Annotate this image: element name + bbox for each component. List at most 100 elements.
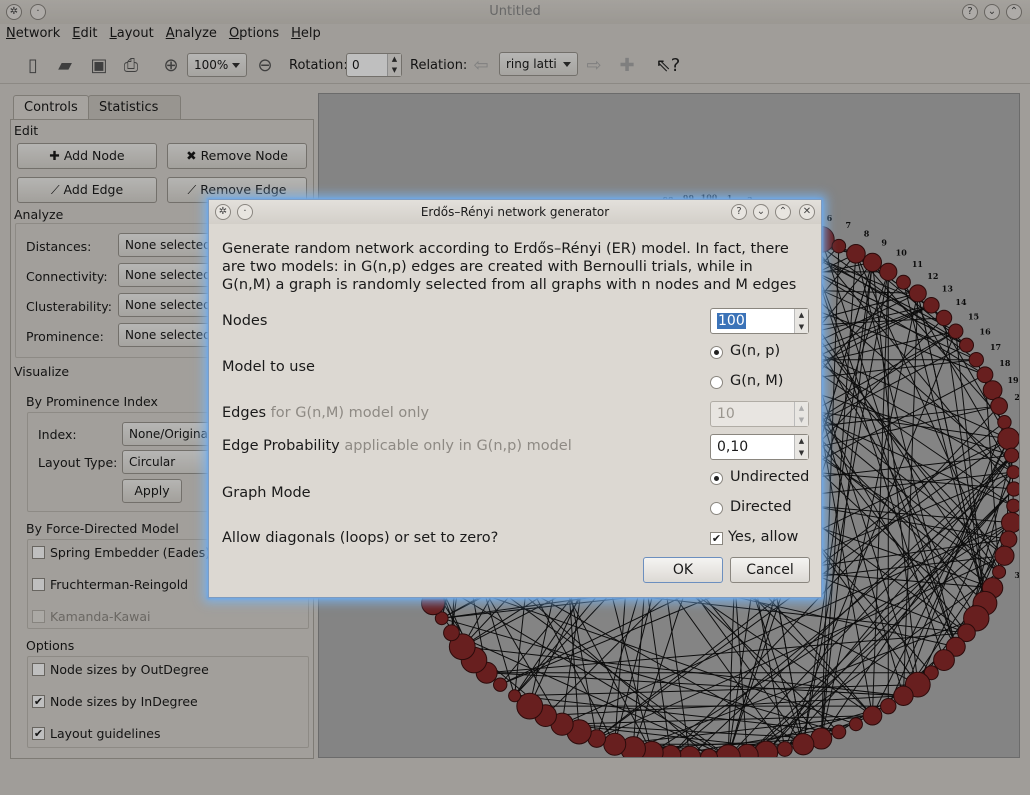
relation-select[interactable]: ring latti <box>499 52 578 76</box>
graph-node[interactable] <box>508 689 522 703</box>
graph-node[interactable] <box>948 323 964 339</box>
node-label: 10 <box>896 248 908 258</box>
graph-node[interactable] <box>862 252 883 272</box>
dialog-help-icon[interactable]: ? <box>731 204 747 220</box>
remove-node-button[interactable]: ✖ Remove Node <box>167 143 307 169</box>
layout-type-label: Layout Type: <box>38 455 118 470</box>
guidelines-checkbox[interactable]: ✔ <box>32 727 45 740</box>
graph-node[interactable] <box>603 732 627 756</box>
directed-radio[interactable] <box>710 502 723 515</box>
graph-node[interactable] <box>935 309 953 327</box>
graph-node[interactable] <box>848 717 863 732</box>
help-icon[interactable]: ? <box>962 4 978 20</box>
spring-checkbox[interactable] <box>32 546 45 559</box>
node-label: 8 <box>864 228 870 238</box>
minimize-icon[interactable]: ⌄ <box>984 4 1000 20</box>
status-bar <box>0 760 1030 795</box>
graph-node[interactable] <box>997 427 1020 451</box>
graph-node[interactable] <box>792 733 815 756</box>
dialog-maximize-icon[interactable]: ⌃ <box>775 204 791 220</box>
save-icon[interactable]: ▣ <box>86 52 112 78</box>
graph-node[interactable] <box>893 685 914 707</box>
edge-probability-spinbox[interactable]: 0,10 ▲ ▼ <box>710 434 809 460</box>
graph-node[interactable] <box>933 649 955 671</box>
graph-node[interactable] <box>846 243 866 264</box>
graph-node[interactable] <box>908 284 927 303</box>
model-gnp-label: G(n, p) <box>730 343 781 359</box>
edges-spinbox[interactable]: 10 ▲ ▼ <box>710 401 809 427</box>
graph-node[interactable] <box>982 380 1003 401</box>
graph-node[interactable] <box>990 397 1008 415</box>
menu-network[interactable]: Network <box>0 24 66 43</box>
menu-options[interactable]: Options <box>223 24 285 43</box>
graph-node[interactable] <box>997 415 1012 430</box>
graph-node[interactable] <box>776 741 793 757</box>
new-file-icon[interactable]: ▯ <box>20 52 46 78</box>
graph-node[interactable] <box>1003 447 1019 464</box>
graph-node[interactable] <box>895 274 911 290</box>
zoom-select[interactable]: 100% <box>187 53 247 77</box>
cancel-button[interactable]: Cancel <box>730 557 810 583</box>
graph-node[interactable] <box>879 262 898 281</box>
menu-edit[interactable]: Edit <box>66 24 103 43</box>
graph-node[interactable] <box>831 238 847 254</box>
indegree-checkbox[interactable]: ✔ <box>32 695 45 708</box>
edge <box>441 617 840 733</box>
menu-analyze[interactable]: Analyze <box>160 24 223 43</box>
add-edge-button[interactable]: ⟋ Add Edge <box>17 177 157 203</box>
graph-node[interactable] <box>831 724 847 740</box>
options-section-label: Options <box>26 638 75 653</box>
intro-line-2: are two models: in G(n,p) edges are crea… <box>222 259 753 275</box>
dialog-minimize-icon[interactable]: ⌄ <box>753 204 769 220</box>
open-folder-icon[interactable]: ▰ <box>52 52 78 78</box>
whats-this-icon[interactable]: ⇖? <box>655 52 681 78</box>
add-relation-icon[interactable]: ✚ <box>614 52 640 78</box>
tab-statistics[interactable]: Statistics <box>88 95 181 119</box>
next-relation-icon[interactable]: ⇨ <box>581 52 607 78</box>
node-label: 9 <box>881 237 887 247</box>
dialog-close-icon[interactable]: ✕ <box>799 204 815 220</box>
spring-label: Spring Embedder (Eades) <box>50 545 211 560</box>
directed-label: Directed <box>730 499 792 515</box>
rotation-spinbox[interactable]: 0 ▲ ▼ <box>346 53 402 77</box>
prev-relation-icon[interactable]: ⇦ <box>468 52 494 78</box>
graph-node[interactable] <box>493 677 508 692</box>
graph-node[interactable] <box>992 564 1007 579</box>
fruchterman-checkbox[interactable] <box>32 578 45 591</box>
nodes-spinbox[interactable]: 100 ▲ ▼ <box>710 308 809 334</box>
dialog-title: Erdős–Rényi network generator <box>420 205 610 219</box>
graph-node[interactable] <box>999 530 1018 549</box>
maximize-icon[interactable]: ⌃ <box>1006 4 1022 20</box>
tab-controls[interactable]: Controls <box>13 95 89 120</box>
graph-node[interactable] <box>959 337 975 353</box>
graph-node[interactable] <box>880 697 897 715</box>
apply-button[interactable]: Apply <box>122 479 182 503</box>
model-gnm-radio[interactable] <box>710 376 723 389</box>
er-generator-dialog: ✲ · Erdős–Rényi network generator ? ⌄ ⌃ … <box>208 199 822 598</box>
diagonals-checkbox[interactable]: ✔ <box>710 532 723 545</box>
model-gnp-radio[interactable] <box>710 346 723 359</box>
graph-node[interactable] <box>443 624 460 642</box>
kamanda-checkbox[interactable] <box>32 610 45 623</box>
node-label: 14 <box>955 297 967 307</box>
graph-node[interactable] <box>994 545 1015 566</box>
outdegree-checkbox[interactable] <box>32 663 45 676</box>
menu-layout[interactable]: Layout <box>103 24 159 43</box>
node-label: 30 <box>1014 570 1020 580</box>
graph-node[interactable] <box>976 366 994 384</box>
prominence-label: By Prominence Index <box>26 394 158 409</box>
graph-node[interactable] <box>923 296 940 314</box>
zoom-in-icon[interactable]: ⊕ <box>158 52 184 78</box>
graph-node[interactable] <box>862 705 883 726</box>
menu-help[interactable]: Help <box>285 24 327 43</box>
graph-node[interactable] <box>1006 481 1020 497</box>
ok-button[interactable]: OK <box>643 557 723 583</box>
print-icon[interactable]: ⎙ <box>118 52 144 78</box>
undirected-radio[interactable] <box>710 472 723 485</box>
zoom-out-icon[interactable]: ⊖ <box>252 52 278 78</box>
graph-node[interactable] <box>1006 498 1020 514</box>
add-node-button[interactable]: ✚ Add Node <box>17 143 157 169</box>
graph-node[interactable] <box>1000 512 1020 534</box>
graph-node[interactable] <box>1006 465 1020 480</box>
graph-node[interactable] <box>968 351 984 368</box>
